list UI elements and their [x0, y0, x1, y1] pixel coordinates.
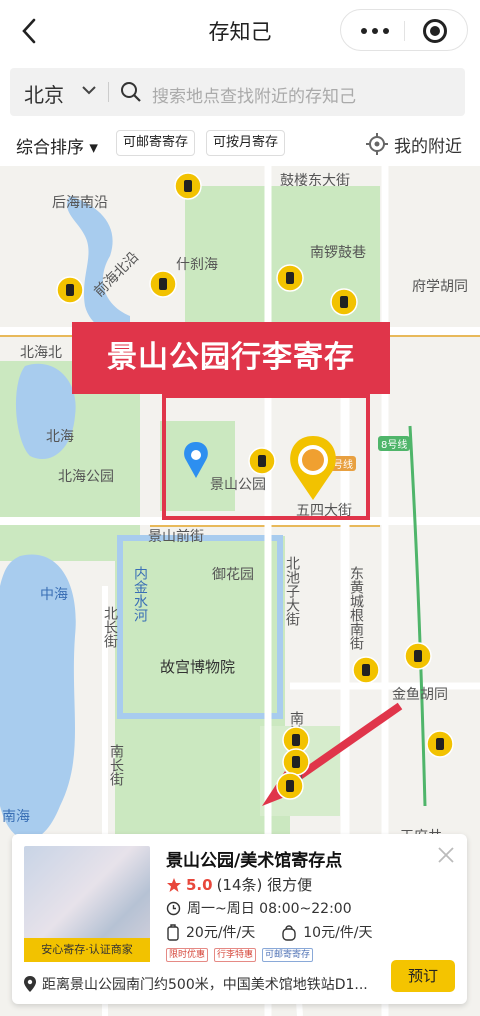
- city-selector[interactable]: 北京: [24, 79, 64, 108]
- highlight-box: [162, 394, 370, 520]
- address-row: 距离景山公园南门约500米，中国美术馆地铁站D1...: [24, 974, 384, 994]
- search-box: 北京 搜索地点查找附近的存知己: [10, 68, 465, 116]
- more-button[interactable]: [355, 10, 395, 52]
- address-text: 距离景山公园南门约500米，中国美术馆地铁站D1...: [42, 977, 368, 993]
- hours-row: 周一~周日 08:00~22:00: [166, 898, 352, 918]
- sort-dropdown[interactable]: 综合排序 ▾: [16, 133, 98, 158]
- search-input[interactable]: 搜索地点查找附近的存知己: [152, 82, 356, 107]
- book-button[interactable]: 预订: [391, 960, 455, 992]
- search-row: 北京 搜索地点查找附近的存知己: [0, 62, 480, 120]
- storage-card[interactable]: 安心寄存·认证商家 景山公园/美术馆寄存点 5.0 (14条) 很方便 周一~周…: [12, 834, 467, 1004]
- promo-tag: 限时优惠: [166, 948, 209, 962]
- bag-icon: [282, 924, 296, 941]
- price-bag: 10元/件/天: [303, 925, 373, 941]
- chevron-down-icon[interactable]: [80, 81, 98, 99]
- close-icon[interactable]: [437, 846, 455, 864]
- tag-mail-storage[interactable]: 可邮寄寄存: [116, 130, 196, 156]
- promo-tag: 可邮寄寄存: [262, 948, 314, 962]
- locate-icon: [366, 133, 388, 155]
- nearby-button[interactable]: 我的附近: [366, 132, 462, 157]
- star-icon: [167, 877, 181, 892]
- promo-tag: 行李特惠: [214, 948, 257, 962]
- nearby-label: 我的附近: [394, 137, 462, 157]
- storage-name: 景山公园/美术馆寄存点: [166, 851, 343, 871]
- filter-row: 综合排序 ▾ 可邮寄寄存 可按月寄存 我的附近: [0, 120, 480, 166]
- location-icon: [24, 976, 36, 992]
- capsule-menu: [340, 9, 468, 51]
- tag-monthly-storage[interactable]: 可按月寄存: [206, 130, 286, 156]
- review-count: (14条) 很方便: [216, 876, 313, 894]
- close-miniprogram-button[interactable]: [423, 19, 447, 43]
- price-suitcase: 20元/件/天: [186, 925, 256, 941]
- prices-row: 20元/件/天 10元/件/天: [166, 922, 373, 942]
- rating-score: 5.0: [186, 875, 213, 894]
- suitcase-icon: [167, 923, 179, 941]
- search-icon: [121, 82, 141, 102]
- top-bar: 存知己: [0, 0, 480, 62]
- clock-icon: [166, 901, 181, 915]
- rating-row: 5.0 (14条) 很方便: [166, 874, 312, 895]
- certified-badge: 安心寄存·认证商家: [24, 938, 150, 962]
- opening-hours: 周一~周日 08:00~22:00: [187, 901, 352, 917]
- promo-banner: 景山公园行李寄存: [72, 322, 390, 394]
